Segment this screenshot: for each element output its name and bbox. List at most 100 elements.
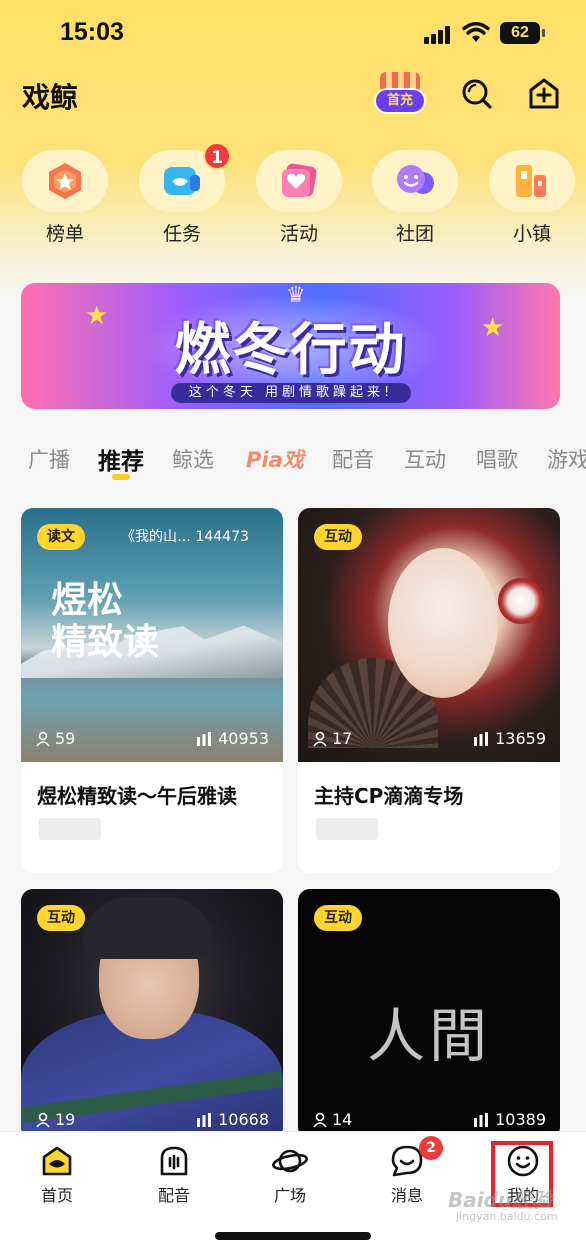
quick-entry-circle: [22, 150, 108, 212]
room-tag: 互动: [314, 905, 362, 931]
nav-label: 广场: [273, 1186, 306, 1205]
quick-entry-label: 社团: [395, 223, 434, 245]
town-icon: [516, 165, 546, 197]
room-ticker: 《我的山… 144473: [121, 529, 249, 545]
member-count-value: 14: [332, 1110, 353, 1129]
room-card[interactable]: 人間 互动 14 10389: [298, 889, 560, 1139]
heat-bars-icon: [474, 731, 489, 746]
nav-messages[interactable]: 2 消息: [367, 1136, 447, 1206]
cover-beanie: [83, 897, 213, 959]
ranking-icon: [49, 163, 81, 199]
quick-entry-row: 榜单 1 任务 活动 社团 小镇: [0, 142, 586, 250]
app-title: 戏鲸: [22, 81, 79, 114]
nav-home[interactable]: 首页: [17, 1144, 97, 1206]
first-charge-button[interactable]: 首充: [374, 72, 426, 116]
room-cover: 互动 19 10668: [21, 889, 283, 1139]
room-card[interactable]: 互动 19 10668: [21, 889, 283, 1139]
member-count-value: 17: [332, 729, 353, 748]
cover-flower: [498, 578, 544, 624]
cover-calligraphy: 人間: [366, 1002, 491, 1070]
banner-subtitle: 这个冬天 用剧情歌躁起来!: [171, 383, 411, 403]
wifi-icon: [462, 22, 490, 42]
member-count: 17: [312, 729, 352, 748]
room-card[interactable]: 互动 17 13659 主持CP滴滴专场: [298, 508, 560, 873]
quick-entry-label: 任务: [162, 223, 201, 245]
cellular-signal-icon: [424, 26, 452, 44]
nav-label: 消息: [390, 1186, 423, 1205]
category-tabs: 广播 推荐 鲸选 Pia戏 配音 互动 唱歌 游戏: [0, 440, 586, 480]
planet-icon: [272, 1149, 308, 1173]
event-icon: [282, 163, 317, 197]
quick-entry-circle: [489, 150, 575, 212]
promo-banner[interactable]: ★ ★ ♛ 燃冬行动 这个冬天 用剧情歌躁起来!: [21, 283, 560, 409]
room-host-placeholder: [39, 818, 101, 840]
room-card[interactable]: 煜松 精致读 读文 《我的山… 144473 59 40953 煜松精致读～午后雅…: [21, 508, 283, 873]
heat-count-value: 40953: [218, 729, 269, 748]
search-icon[interactable]: [457, 74, 497, 114]
task-icon: [164, 167, 200, 195]
status-bar: 15:03 62: [0, 0, 586, 64]
banner-title: 燃冬行动: [174, 318, 407, 383]
heat-count: 13659: [473, 729, 546, 748]
quick-entry-task[interactable]: 1 任务: [139, 142, 231, 246]
heat-count-value: 10389: [495, 1110, 546, 1129]
tab-jingxuan[interactable]: 鲸选: [172, 444, 214, 474]
nav-plaza[interactable]: 广场: [250, 1144, 330, 1206]
tab-singing[interactable]: 唱歌: [476, 444, 518, 474]
room-cover: 人間 互动 14 10389: [298, 889, 560, 1139]
heat-count-value: 10668: [218, 1110, 269, 1129]
tab-games[interactable]: 游戏: [547, 444, 586, 474]
member-count: 14: [312, 1110, 352, 1129]
dubbing-icon: [160, 1146, 188, 1176]
room-tag: 互动: [314, 524, 362, 550]
nav-label: 配音: [157, 1186, 190, 1205]
quick-entry-club[interactable]: 社团: [372, 150, 458, 246]
member-count-value: 59: [55, 729, 76, 748]
cover-text: 煜松 精致读: [51, 580, 160, 663]
tab-broadcast[interactable]: 广播: [28, 444, 70, 474]
room-title: 主持CP滴滴专场: [314, 784, 464, 808]
heat-bars-icon: [197, 1112, 212, 1127]
tab-dubbing[interactable]: 配音: [332, 444, 374, 474]
quick-entry-event[interactable]: 活动: [256, 150, 342, 246]
heat-bars-icon: [197, 731, 212, 746]
task-badge: 1: [203, 142, 231, 170]
person-icon: [36, 1112, 50, 1128]
room-cover: 互动 17 13659: [298, 508, 560, 762]
quick-entry-circle: 1: [139, 142, 231, 212]
tab-pia[interactable]: Pia戏: [246, 444, 304, 474]
quick-entry-circle: [256, 150, 342, 212]
member-count: 59: [35, 729, 75, 748]
nav-label: 首页: [40, 1186, 73, 1205]
tab-interactive[interactable]: 互动: [404, 444, 446, 474]
heat-bars-icon: [474, 1112, 489, 1127]
member-count-value: 19: [55, 1110, 76, 1129]
quick-entry-label: 小镇: [512, 223, 551, 245]
room-cover: 煜松 精致读 读文 《我的山… 144473 59 40953: [21, 508, 283, 762]
quick-entry-town[interactable]: 小镇: [489, 150, 575, 246]
quick-entry-ranking[interactable]: 榜单: [22, 150, 108, 246]
person-icon: [36, 731, 50, 747]
member-count: 19: [35, 1110, 75, 1129]
person-icon: [313, 731, 327, 747]
quick-entry-label: 活动: [279, 223, 318, 245]
create-room-icon[interactable]: [524, 74, 564, 114]
tab-recommend[interactable]: 推荐: [98, 442, 144, 476]
heat-count: 10668: [196, 1110, 269, 1129]
room-tag: 读文: [37, 524, 85, 550]
home-indicator: [215, 1232, 371, 1240]
cover-face: [388, 548, 498, 698]
message-badge: 2: [419, 1136, 443, 1160]
watermark: Baidu经验: [448, 1188, 553, 1212]
home-icon: [42, 1146, 72, 1176]
club-icon: [397, 165, 434, 194]
room-title: 煜松精致读～午后雅读: [37, 784, 237, 808]
first-charge-label: 首充: [374, 88, 426, 114]
active-tab-indicator: [112, 474, 130, 480]
watermark-url: jingyan.baidu.com: [456, 1210, 558, 1223]
room-tag: 互动: [37, 905, 85, 931]
quick-entry-label: 榜单: [45, 223, 84, 245]
nav-dubbing[interactable]: 配音: [134, 1144, 214, 1206]
person-icon: [313, 1112, 327, 1128]
heat-count-value: 13659: [495, 729, 546, 748]
